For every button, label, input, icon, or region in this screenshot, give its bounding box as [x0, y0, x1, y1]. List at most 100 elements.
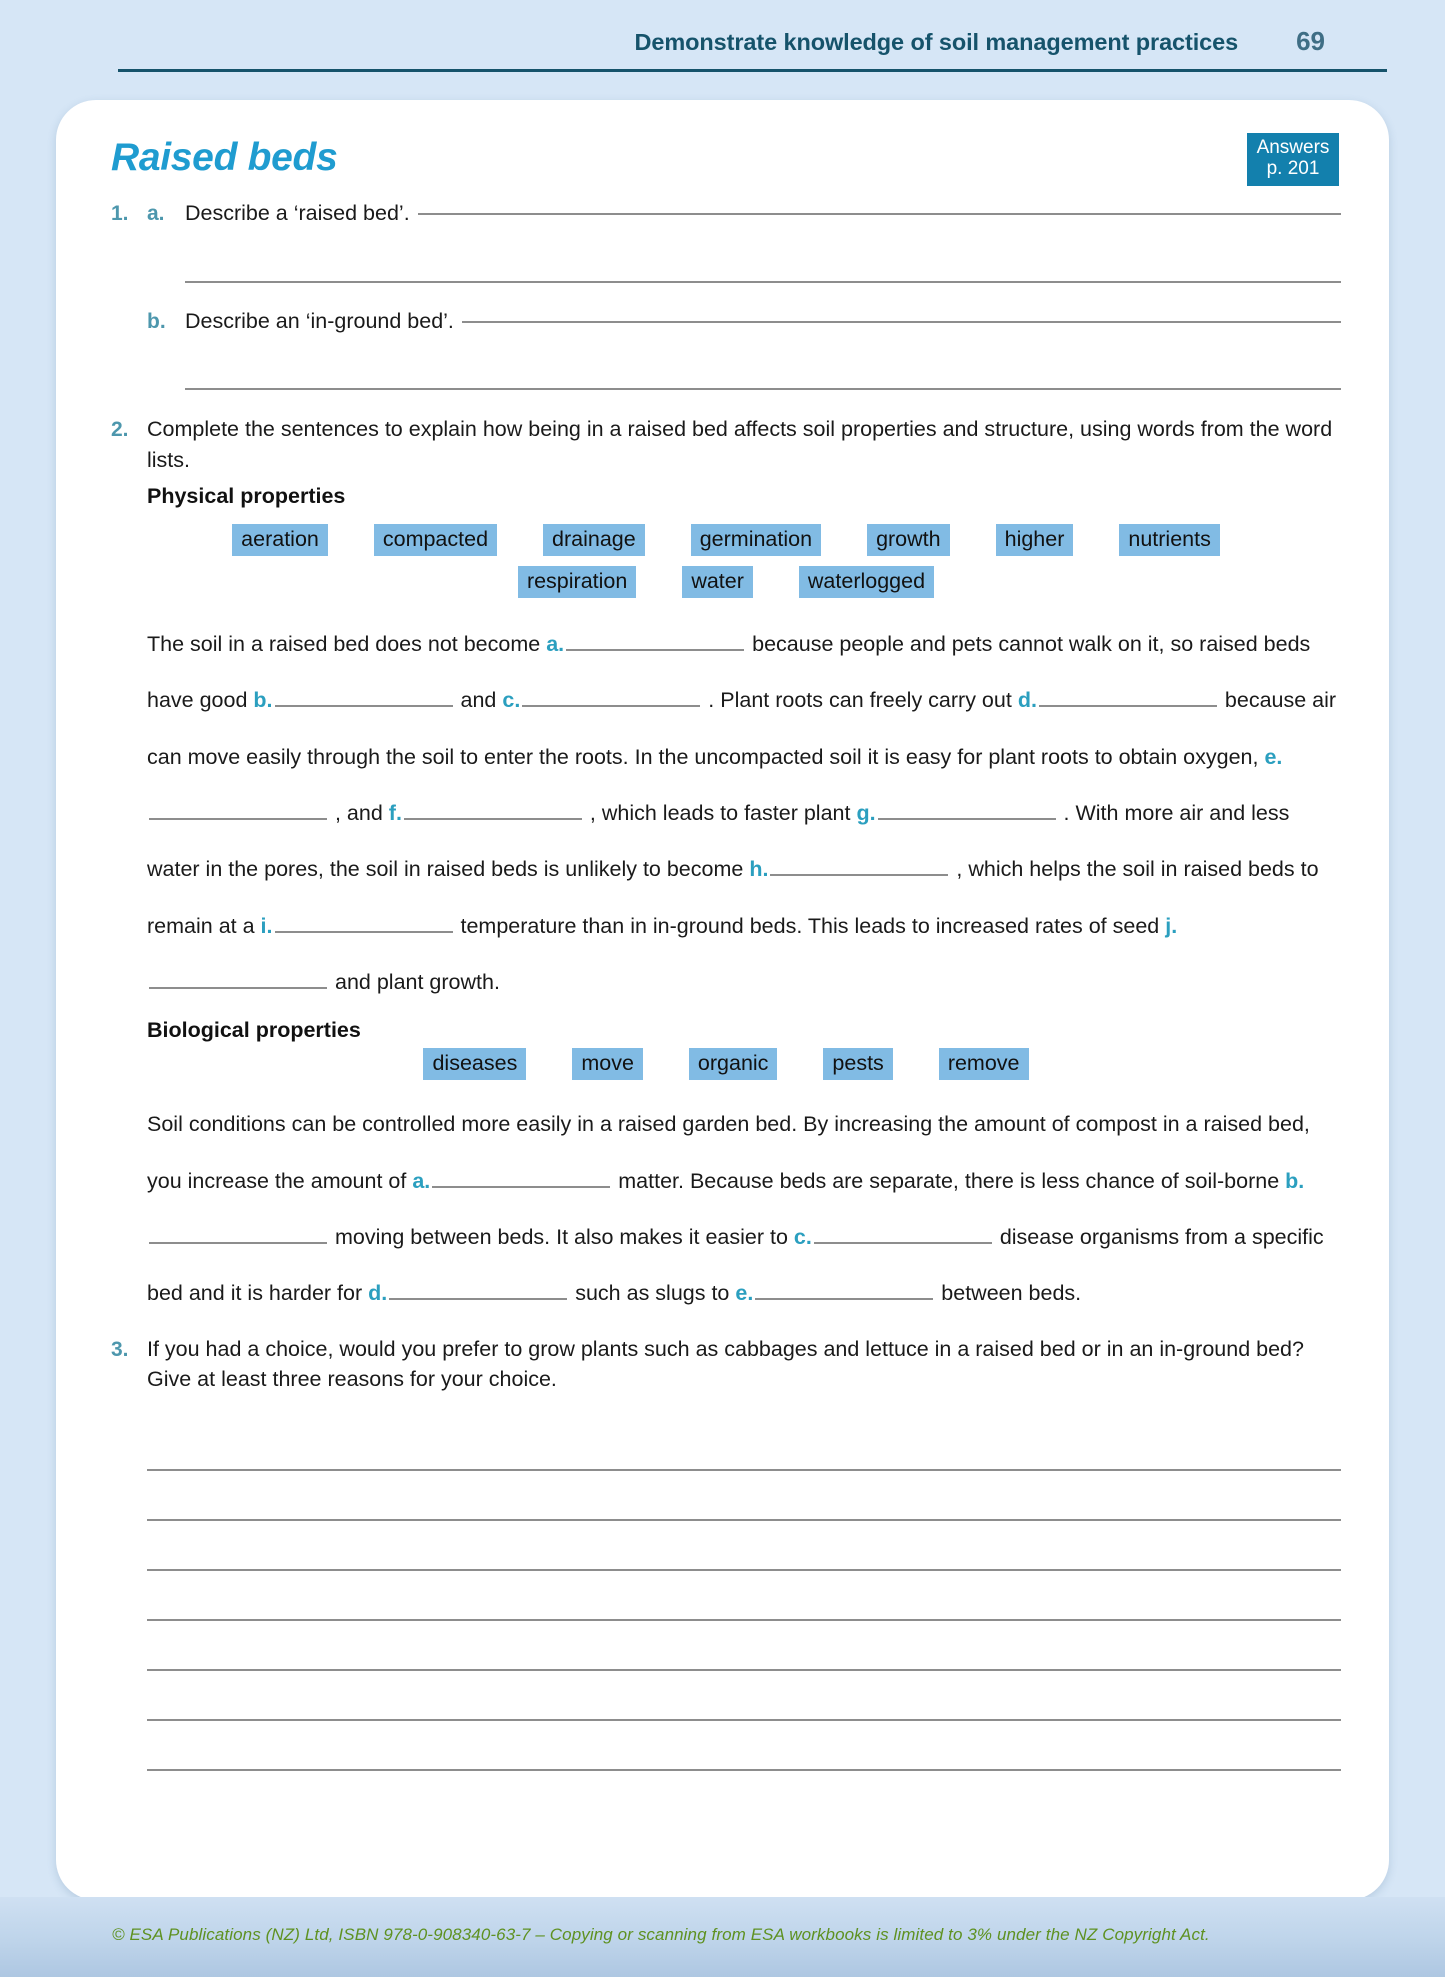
physical-properties-heading: Physical properties — [147, 484, 346, 509]
answer-line[interactable] — [147, 1421, 1341, 1471]
blank-label-j: j. — [1165, 913, 1178, 938]
question-1a-row: 1. a. Describe a ‘raised bed’. — [111, 198, 1341, 229]
worksheet-card: Raised beds Answers p. 201 1. a. Describ… — [56, 100, 1389, 1900]
section-title-row: Raised beds Answers p. 201 — [111, 130, 1341, 196]
word-chip[interactable]: organic — [688, 1048, 778, 1081]
bio-blank-field-e[interactable] — [755, 1278, 934, 1301]
answer-line[interactable] — [147, 1671, 1341, 1721]
blank-field-e[interactable] — [149, 798, 327, 821]
question-2-text: Complete the sentences to explain how be… — [147, 417, 1333, 472]
blank-label-i: i. — [260, 913, 273, 938]
physical-text-6: , and — [334, 801, 383, 826]
blank-field-d[interactable] — [1038, 685, 1217, 708]
word-chip[interactable]: germination — [690, 524, 822, 557]
question-3-answer-lines — [147, 1421, 1341, 1771]
question-3-number: 3. — [111, 1337, 129, 1361]
bio-blank-field-c[interactable] — [813, 1222, 992, 1245]
answer-line[interactable] — [147, 1721, 1341, 1771]
word-chip[interactable]: pests — [823, 1048, 893, 1081]
question-1-number: 1. — [111, 202, 129, 225]
question-2-number: 2. — [111, 418, 129, 442]
word-chip[interactable]: growth — [867, 524, 950, 557]
blank-field-h[interactable] — [770, 854, 949, 877]
biological-properties-heading: Biological properties — [147, 1018, 361, 1043]
word-chip[interactable]: aeration — [232, 524, 328, 557]
question-3-row: 3. If you had a choice, would you prefer… — [111, 1334, 1341, 1395]
answer-line[interactable] — [147, 1471, 1341, 1521]
answer-line-1a-2[interactable] — [185, 280, 1341, 283]
answer-line-1a-1[interactable] — [417, 213, 1341, 215]
physical-text-10: temperature than in in-ground beds. This… — [460, 913, 1160, 938]
physical-text-11: and plant growth. — [334, 970, 500, 995]
header-divider — [118, 69, 1387, 72]
biological-text-3: moving between beds. It also makes it ea… — [334, 1225, 788, 1250]
answer-line-1b-2[interactable] — [185, 388, 1341, 391]
page-title: Raised beds — [111, 136, 338, 179]
answer-line[interactable] — [147, 1571, 1341, 1621]
header-inner: Demonstrate knowledge of soil management… — [118, 26, 1387, 67]
physical-fill-paragraph: The soil in a raised bed does not become… — [147, 616, 1341, 1010]
page-header: Demonstrate knowledge of soil management… — [118, 26, 1387, 78]
blank-label-d: d. — [1017, 688, 1037, 713]
blank-label-f: f. — [388, 801, 402, 826]
physical-text-3: and — [460, 688, 497, 713]
word-chip[interactable]: waterlogged — [798, 566, 935, 599]
worksheet-content: Raised beds Answers p. 201 1. a. Describ… — [111, 130, 1341, 1771]
word-chip[interactable]: move — [572, 1048, 643, 1081]
biological-text-2: matter. Because beds are separate, there… — [618, 1168, 1280, 1193]
blank-label-b: b. — [253, 688, 273, 713]
blank-field-i[interactable] — [274, 910, 453, 933]
answers-badge-line1: Answers — [1256, 137, 1330, 158]
word-chip[interactable]: higher — [995, 524, 1074, 557]
bio-blank-label-b: b. — [1285, 1168, 1305, 1193]
physical-text-7: , which leads to faster plant — [589, 801, 851, 826]
question-1a-text: Describe a ‘raised bed’. — [185, 201, 410, 225]
word-chip[interactable]: drainage — [543, 524, 645, 557]
answer-line-1b-1[interactable] — [461, 320, 1341, 323]
page-number: 69 — [1296, 26, 1325, 56]
bio-blank-label-c: c. — [793, 1225, 812, 1250]
blank-label-a: a. — [546, 632, 565, 657]
word-chip[interactable]: remove — [938, 1048, 1029, 1081]
copyright-text: © ESA Publications (NZ) Ltd, ISBN 978-0-… — [112, 1925, 1210, 1944]
answer-line[interactable] — [147, 1621, 1341, 1671]
question-3-text: If you had a choice, would you prefer to… — [147, 1336, 1304, 1392]
page-footer: © ESA Publications (NZ) Ltd, ISBN 978-0-… — [0, 1897, 1445, 1977]
question-1b-text: Describe an ‘in-ground bed’. — [185, 308, 454, 333]
blank-field-c[interactable] — [522, 685, 701, 708]
word-chip[interactable]: compacted — [373, 524, 498, 557]
physical-text-4: . Plant roots can freely carry out — [708, 688, 1012, 713]
answers-badge: Answers p. 201 — [1247, 133, 1339, 186]
biological-fill-paragraph: Soil conditions can be controlled more e… — [147, 1096, 1341, 1321]
bio-blank-label-e: e. — [735, 1281, 754, 1306]
bio-blank-label-d: d. — [368, 1281, 388, 1306]
biological-text-6: between beds. — [941, 1281, 1082, 1306]
header-title: Demonstrate knowledge of soil management… — [634, 29, 1239, 55]
blank-field-j[interactable] — [149, 967, 327, 990]
bio-blank-field-a[interactable] — [432, 1165, 611, 1188]
blank-label-c: c. — [502, 688, 521, 713]
word-chip[interactable]: diseases — [423, 1048, 527, 1081]
blank-field-g[interactable] — [877, 798, 1056, 821]
bio-blank-label-a: a. — [412, 1168, 431, 1193]
blank-label-e: e. — [1264, 744, 1283, 769]
blank-field-f[interactable] — [403, 798, 582, 821]
answers-badge-line2: p. 201 — [1266, 158, 1320, 180]
physical-wordlist-row-2: respiration water waterlogged — [111, 562, 1341, 602]
answer-line[interactable] — [147, 1521, 1341, 1571]
bio-blank-field-b[interactable] — [149, 1222, 327, 1245]
blank-field-a[interactable] — [566, 629, 745, 652]
word-chip[interactable]: water — [682, 566, 753, 599]
blank-label-g: g. — [856, 801, 876, 826]
word-chip[interactable]: respiration — [517, 566, 637, 599]
blank-field-b[interactable] — [274, 685, 453, 708]
question-1b-letter: b. — [147, 309, 166, 333]
word-chip[interactable]: nutrients — [1119, 524, 1220, 557]
question-1a-letter: a. — [147, 202, 165, 225]
blank-label-h: h. — [749, 857, 769, 882]
physical-wordlist-row-1: aeration compacted drainage germination … — [111, 520, 1341, 560]
bio-blank-field-d[interactable] — [389, 1278, 568, 1301]
question-1b-row: b. Describe an ‘in-ground bed’. — [111, 306, 1341, 337]
physical-text-1: The soil in a raised bed does not become — [147, 632, 541, 657]
biological-text-5: such as slugs to — [575, 1281, 730, 1306]
